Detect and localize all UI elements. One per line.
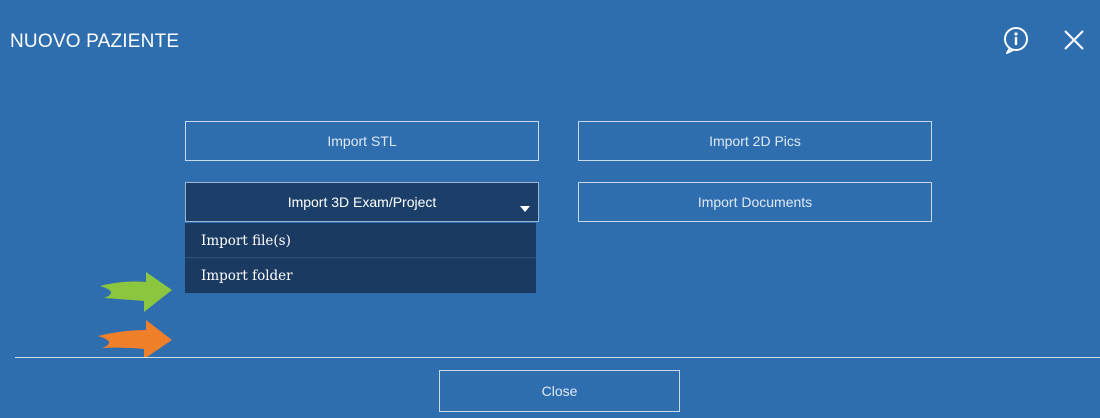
import-3d-dropdown-menu: Import file(s) Import folder bbox=[185, 223, 536, 293]
menu-item-import-folder[interactable]: Import folder bbox=[185, 259, 536, 293]
new-patient-dialog: NUOVO PAZIENTE Import STL Import 2D Pics… bbox=[0, 0, 1100, 418]
import-documents-button[interactable]: Import Documents bbox=[578, 182, 932, 222]
dialog-title: NUOVO PAZIENTE bbox=[10, 31, 180, 52]
import-3d-exam-button[interactable]: Import 3D Exam/Project bbox=[185, 182, 539, 222]
orange-arrow-icon bbox=[96, 318, 174, 360]
close-icon[interactable] bbox=[1062, 28, 1086, 52]
import-stl-button[interactable]: Import STL bbox=[185, 121, 539, 161]
info-icon[interactable] bbox=[1003, 26, 1031, 54]
close-button[interactable]: Close bbox=[439, 370, 680, 412]
chevron-down-icon bbox=[520, 206, 530, 212]
menu-item-import-files[interactable]: Import file(s) bbox=[185, 224, 536, 258]
green-arrow-icon bbox=[98, 270, 174, 314]
import-2d-pics-button[interactable]: Import 2D Pics bbox=[578, 121, 932, 161]
import-3d-exam-label: Import 3D Exam/Project bbox=[287, 194, 437, 210]
